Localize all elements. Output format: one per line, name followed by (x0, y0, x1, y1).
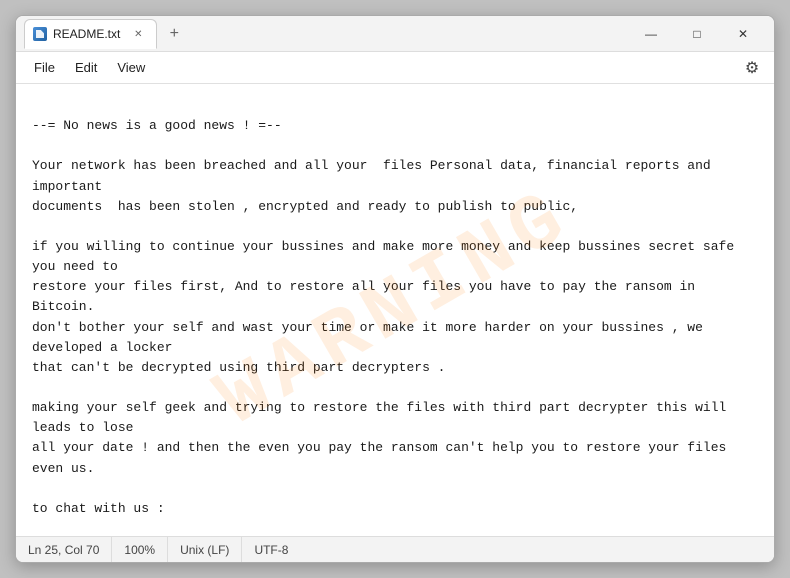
menu-file[interactable]: File (24, 56, 65, 79)
line-breach: Your network has been breached and all y… (32, 158, 719, 213)
line-heading: --= No news is a good news ! =-- (32, 118, 282, 133)
line-ending: Unix (LF) (168, 537, 242, 562)
line-geek: making your self geek and trying to rest… (32, 400, 734, 475)
editor-content: --= No news is a good news ! =-- Your ne… (32, 96, 758, 536)
file-icon-shape (36, 30, 44, 38)
window-controls: — □ ✕ (628, 16, 766, 52)
text-editor[interactable]: WARNING --= No news is a good news ! =--… (16, 84, 774, 536)
file-icon (33, 27, 47, 41)
encoding: UTF-8 (242, 537, 300, 562)
line-willing: if you willing to continue your bussines… (32, 239, 742, 375)
minimize-button[interactable]: — (628, 16, 674, 52)
tab-label: README.txt (53, 27, 120, 41)
titlebar-left: README.txt ✕ + (24, 19, 628, 48)
main-window: README.txt ✕ + — □ ✕ File Edit View ⚙ WA… (15, 15, 775, 563)
settings-icon[interactable]: ⚙ (738, 54, 766, 82)
close-button[interactable]: ✕ (720, 16, 766, 52)
titlebar: README.txt ✕ + — □ ✕ (16, 16, 774, 52)
menu-edit[interactable]: Edit (65, 56, 107, 79)
active-tab[interactable]: README.txt ✕ (24, 19, 157, 49)
tab-close-button[interactable]: ✕ (130, 26, 146, 42)
menu-view[interactable]: View (107, 56, 155, 79)
new-tab-button[interactable]: + (161, 21, 187, 47)
line-chat: to chat with us : (32, 501, 165, 516)
cursor-position: Ln 25, Col 70 (28, 537, 112, 562)
menubar: File Edit View ⚙ (16, 52, 774, 84)
maximize-button[interactable]: □ (674, 16, 720, 52)
statusbar: Ln 25, Col 70 100% Unix (LF) UTF-8 (16, 536, 774, 562)
zoom-level: 100% (112, 537, 168, 562)
